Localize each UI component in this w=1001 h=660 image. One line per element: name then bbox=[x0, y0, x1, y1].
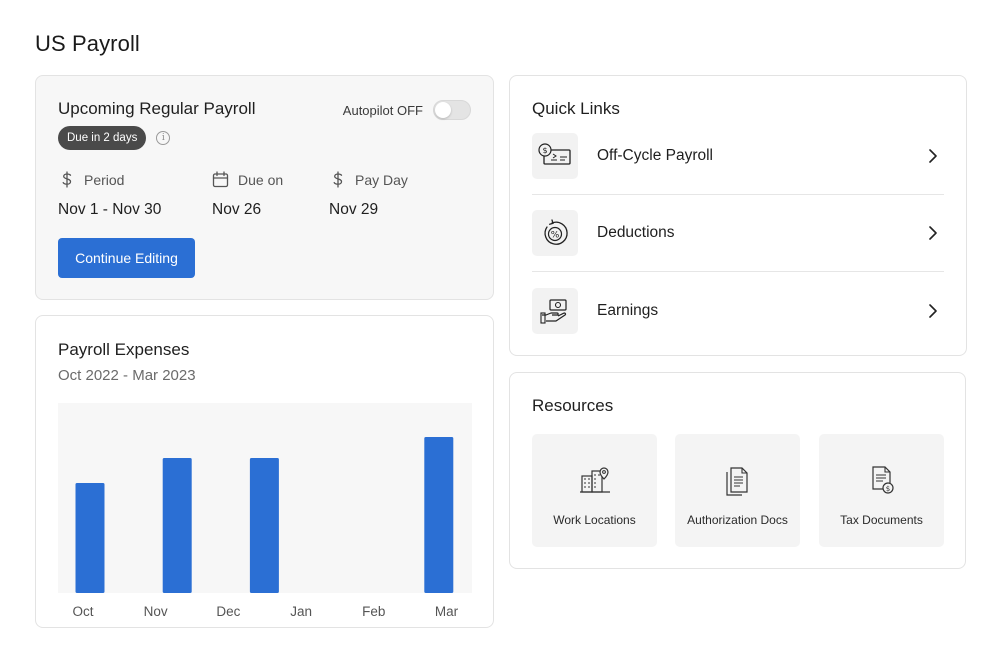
resource-authorization-docs[interactable]: Authorization Docs bbox=[675, 434, 800, 547]
autopilot-control: Autopilot OFF bbox=[343, 100, 471, 120]
period-label: Period bbox=[84, 171, 125, 188]
quick-links-title: Quick Links bbox=[532, 99, 620, 118]
x-tick-label: Feb bbox=[362, 604, 386, 619]
expenses-title: Payroll Expenses bbox=[58, 340, 190, 359]
resource-label: Work Locations bbox=[553, 513, 636, 527]
quick-links-card: Quick Links $ Off-Cycle Payroll % Deduct… bbox=[509, 75, 967, 356]
resource-tax-documents[interactable]: $ Tax Documents bbox=[819, 434, 944, 547]
dollar-icon bbox=[329, 171, 346, 188]
x-tick-label: Dec bbox=[216, 604, 241, 619]
resources-card: Resources Work Locations Authorization D… bbox=[509, 372, 966, 569]
documents-icon bbox=[725, 467, 748, 496]
payroll-expenses-card: Payroll Expenses Oct 2022 - Mar 2023 Oct… bbox=[35, 315, 494, 628]
x-tick-label: Mar bbox=[434, 604, 459, 619]
bar-nov bbox=[162, 458, 192, 593]
chevron-right-icon bbox=[929, 226, 937, 240]
quick-link-label: Deductions bbox=[597, 224, 675, 241]
payday-label: Pay Day bbox=[355, 171, 408, 188]
svg-text:$: $ bbox=[885, 485, 889, 493]
chart-x-axis: Oct Nov Dec Jan Feb Mar bbox=[36, 604, 495, 620]
quick-link-label: Off-Cycle Payroll bbox=[597, 147, 713, 164]
x-tick-label: Oct bbox=[72, 604, 94, 619]
period-block: Period Nov 1 - Nov 30 bbox=[58, 171, 161, 219]
check-payment-icon: $ bbox=[532, 133, 578, 179]
bar-oct bbox=[75, 483, 105, 593]
dollar-icon bbox=[58, 171, 75, 188]
quick-link-label: Earnings bbox=[597, 301, 659, 319]
calendar-icon bbox=[212, 171, 229, 188]
buildings-location-icon bbox=[579, 467, 610, 493]
bar-feb bbox=[424, 437, 454, 593]
resource-work-locations[interactable]: Work Locations bbox=[532, 434, 657, 547]
expenses-subtitle: Oct 2022 - Mar 2023 bbox=[58, 367, 196, 384]
page-title: US Payroll bbox=[35, 31, 140, 56]
chevron-right-icon bbox=[929, 149, 937, 163]
svg-text:%: % bbox=[551, 231, 560, 241]
quick-link-deductions[interactable]: % Deductions bbox=[532, 195, 944, 272]
payday-block: Pay Day Nov 29 bbox=[329, 171, 408, 219]
chevron-right-icon bbox=[929, 303, 937, 318]
tax-document-icon: $ bbox=[871, 466, 894, 494]
percent-deduction-icon: % bbox=[532, 210, 578, 256]
due-badge-row: Due in 2 days i bbox=[58, 126, 171, 150]
due-badge: Due in 2 days bbox=[58, 126, 147, 150]
resource-label: Authorization Docs bbox=[687, 513, 788, 527]
quick-link-earnings[interactable]: Earnings bbox=[532, 272, 944, 349]
due-block: Due on Nov 26 bbox=[212, 171, 283, 219]
expenses-bar-chart bbox=[75, 437, 454, 593]
resources-title: Resources bbox=[532, 396, 614, 415]
payday-value: Nov 29 bbox=[329, 201, 379, 218]
resource-label: Tax Documents bbox=[840, 513, 923, 527]
bar-dec bbox=[249, 458, 279, 593]
continue-editing-button[interactable]: Continue Editing bbox=[58, 238, 195, 278]
hand-money-icon bbox=[532, 287, 578, 334]
x-tick-label: Nov bbox=[143, 604, 168, 619]
upcoming-payroll-card: Upcoming Regular Payroll Autopilot OFF D… bbox=[35, 75, 494, 300]
toggle-knob bbox=[435, 102, 451, 118]
quick-link-off-cycle-payroll[interactable]: $ Off-Cycle Payroll bbox=[532, 118, 944, 195]
upcoming-payroll-title: Upcoming Regular Payroll bbox=[58, 99, 256, 118]
due-label: Due on bbox=[238, 171, 284, 188]
autopilot-toggle[interactable] bbox=[433, 100, 471, 120]
autopilot-label: Autopilot OFF bbox=[342, 102, 423, 118]
x-tick-label: Jan bbox=[290, 604, 312, 619]
period-value: Nov 1 - Nov 30 bbox=[58, 201, 162, 218]
info-icon[interactable]: i bbox=[156, 131, 171, 145]
svg-text:$: $ bbox=[542, 146, 547, 155]
due-value: Nov 26 bbox=[212, 201, 262, 218]
